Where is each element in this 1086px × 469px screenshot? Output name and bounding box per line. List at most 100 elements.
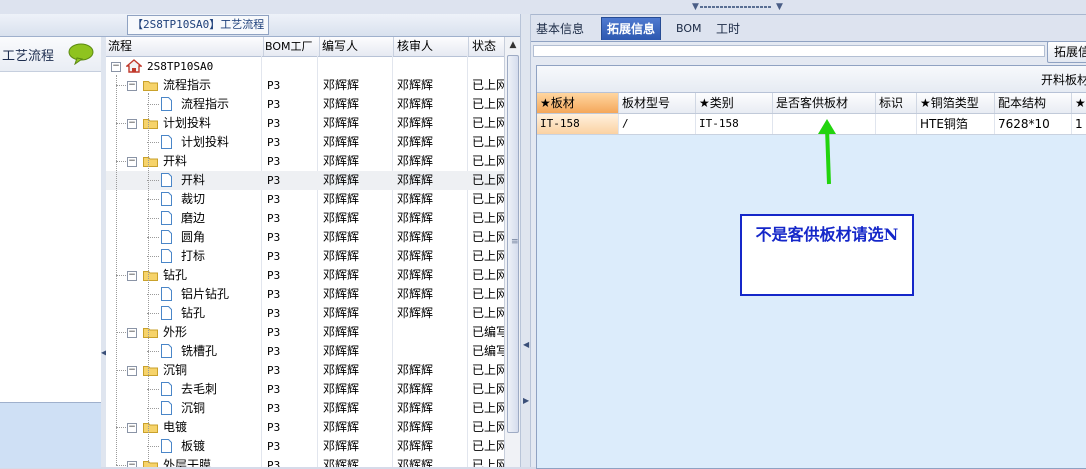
tree-node-label[interactable]: 板镀	[181, 437, 205, 456]
tree-node-label[interactable]: 流程指示	[163, 76, 211, 95]
grid-vertical-scrollbar[interactable]: ▲ ≡	[504, 37, 521, 467]
splitter-left-arrow-icon[interactable]: ◀	[523, 340, 529, 349]
cell-writer[interactable]: 邓辉辉	[323, 323, 359, 342]
cell-reviewer[interactable]: 邓辉辉	[397, 209, 433, 228]
column-header-status[interactable]: 状态	[470, 37, 504, 56]
collapse-icon[interactable]: −	[127, 461, 137, 467]
tree-node-label[interactable]: 去毛刺	[181, 380, 217, 399]
cell-bom[interactable]: P3	[267, 266, 280, 285]
table-row[interactable]: − 沉铜 P3 邓辉辉 邓辉辉 已上网	[106, 361, 504, 380]
cell-status[interactable]: 已上网	[472, 418, 504, 437]
scrollbar-thumb[interactable]: ≡	[507, 55, 519, 433]
cell-writer[interactable]: 邓辉辉	[323, 209, 359, 228]
cell-status[interactable]: 已上网	[472, 437, 504, 456]
cell-bom[interactable]: P3	[267, 456, 280, 467]
extended-info-input[interactable]	[533, 45, 1045, 57]
cell-writer[interactable]: 邓辉辉	[323, 342, 359, 361]
cell-reviewer[interactable]: 邓辉辉	[397, 171, 433, 190]
tree-node-label[interactable]: 电镀	[163, 418, 187, 437]
collapse-right-arrow-icon[interactable]: ▼	[776, 2, 783, 12]
cell-status[interactable]	[472, 57, 504, 76]
tab-extended-info[interactable]: 拓展信息	[601, 17, 662, 40]
cell-status[interactable]: 已编写	[472, 342, 504, 361]
tree-node-label[interactable]: 计划投料	[181, 133, 229, 152]
cell-bom[interactable]: P3	[267, 361, 280, 380]
column-header-process[interactable]: 流程	[106, 37, 264, 56]
cell-bom[interactable]: P3	[267, 95, 280, 114]
tree-node-label[interactable]: 外层干膜	[163, 456, 211, 467]
column-header-extra[interactable]: ★	[1072, 93, 1086, 113]
table-row[interactable]: 裁切 P3 邓辉辉 邓辉辉 已上网	[106, 190, 504, 209]
cell-stackup[interactable]: 7628*10	[995, 114, 1072, 134]
tree-node-label[interactable]: 流程指示	[181, 95, 229, 114]
table-row[interactable]: 打标 P3 邓辉辉 邓辉辉 已上网	[106, 247, 504, 266]
cell-writer[interactable]: 邓辉辉	[323, 95, 359, 114]
cell-status[interactable]: 已上网	[472, 399, 504, 418]
material-row[interactable]: IT-158 / IT-158 HTE铜箔 7628*10 1	[537, 114, 1086, 135]
cell-bom[interactable]: P3	[267, 304, 280, 323]
tree-node-label[interactable]: 开料	[163, 152, 187, 171]
collapse-icon[interactable]: −	[127, 81, 137, 91]
tree-node-label[interactable]: 外形	[163, 323, 187, 342]
cell-status[interactable]: 已上网	[472, 133, 504, 152]
table-row[interactable]: 板镀 P3 邓辉辉 邓辉辉 已上网	[106, 437, 504, 456]
cell-writer[interactable]: 邓辉辉	[323, 114, 359, 133]
cell-bom[interactable]: P3	[267, 152, 280, 171]
cell-reviewer[interactable]: 邓辉辉	[397, 133, 433, 152]
cell-status[interactable]: 已上网	[472, 171, 504, 190]
cell-reviewer[interactable]: 邓辉辉	[397, 380, 433, 399]
cell-bom[interactable]: P3	[267, 399, 280, 418]
tree-node-label[interactable]: 打标	[181, 247, 205, 266]
table-row[interactable]: − 外形 P3 邓辉辉 已编写	[106, 323, 504, 342]
cell-reviewer[interactable]: 邓辉辉	[397, 152, 433, 171]
cell-bom[interactable]: P3	[267, 171, 280, 190]
cell-bom[interactable]: P3	[267, 247, 280, 266]
table-row[interactable]: 铝片钻孔 P3 邓辉辉 邓辉辉 已上网	[106, 285, 504, 304]
cell-writer[interactable]: 邓辉辉	[323, 152, 359, 171]
cell-bom[interactable]: P3	[267, 209, 280, 228]
cell-writer[interactable]: 邓辉辉	[323, 399, 359, 418]
cell-status[interactable]: 已上网	[472, 209, 504, 228]
collapse-icon[interactable]: −	[127, 366, 137, 376]
column-header-board[interactable]: ★板材	[537, 93, 619, 113]
cell-writer[interactable]: 邓辉辉	[323, 171, 359, 190]
cell-reviewer[interactable]: 邓辉辉	[397, 304, 433, 323]
collapse-icon[interactable]: −	[127, 157, 137, 167]
cell-reviewer[interactable]: 邓辉辉	[397, 190, 433, 209]
cell-writer[interactable]: 邓辉辉	[323, 418, 359, 437]
column-header-bom[interactable]: BOM工厂	[263, 37, 320, 56]
table-row[interactable]: 流程指示 P3 邓辉辉 邓辉辉 已上网	[106, 95, 504, 114]
cell-reviewer[interactable]: 邓辉辉	[397, 228, 433, 247]
cell-bom[interactable]: P3	[267, 323, 280, 342]
column-header-board-model[interactable]: 板材型号	[619, 93, 696, 113]
cell-bom[interactable]: P3	[267, 228, 280, 247]
tree-node-label[interactable]: 沉铜	[181, 399, 205, 418]
cell-board-model[interactable]: /	[619, 114, 696, 134]
cell-writer[interactable]: 邓辉辉	[323, 133, 359, 152]
cell-copper-foil[interactable]: HTE铜箔	[917, 114, 995, 134]
table-row[interactable]: 磨边 P3 邓辉辉 邓辉辉 已上网	[106, 209, 504, 228]
cell-writer[interactable]: 邓辉辉	[323, 380, 359, 399]
table-row[interactable]: 沉铜 P3 邓辉辉 邓辉辉 已上网	[106, 399, 504, 418]
tree-node-label[interactable]: 裁切	[181, 190, 205, 209]
cell-bom[interactable]: P3	[267, 418, 280, 437]
column-header-mark[interactable]: 标识	[876, 93, 917, 113]
cell-bom[interactable]: P3	[267, 342, 280, 361]
cell-bom[interactable]: P3	[267, 133, 280, 152]
cell-bom[interactable]: P3	[267, 437, 280, 456]
cell-bom[interactable]: P3	[267, 190, 280, 209]
chat-bubble-icon[interactable]	[68, 43, 94, 65]
cell-status[interactable]: 已上网	[472, 76, 504, 95]
cell-reviewer[interactable]: 邓辉辉	[397, 266, 433, 285]
table-row[interactable]: − 钻孔 P3 邓辉辉 邓辉辉 已上网	[106, 266, 504, 285]
table-row[interactable]: − 电镀 P3 邓辉辉 邓辉辉 已上网	[106, 418, 504, 437]
cell-reviewer[interactable]: 邓辉辉	[397, 437, 433, 456]
collapse-icon[interactable]: −	[127, 328, 137, 338]
cell-status[interactable]: 已上网	[472, 114, 504, 133]
cell-writer[interactable]: 邓辉辉	[323, 285, 359, 304]
table-row[interactable]: 圆角 P3 邓辉辉 邓辉辉 已上网	[106, 228, 504, 247]
tab-basic-info[interactable]: 基本信息	[536, 18, 584, 40]
tree-node-label[interactable]: 铝片钻孔	[181, 285, 229, 304]
column-header-stackup[interactable]: 配本结构	[995, 93, 1072, 113]
cell-status[interactable]: 已上网	[472, 152, 504, 171]
